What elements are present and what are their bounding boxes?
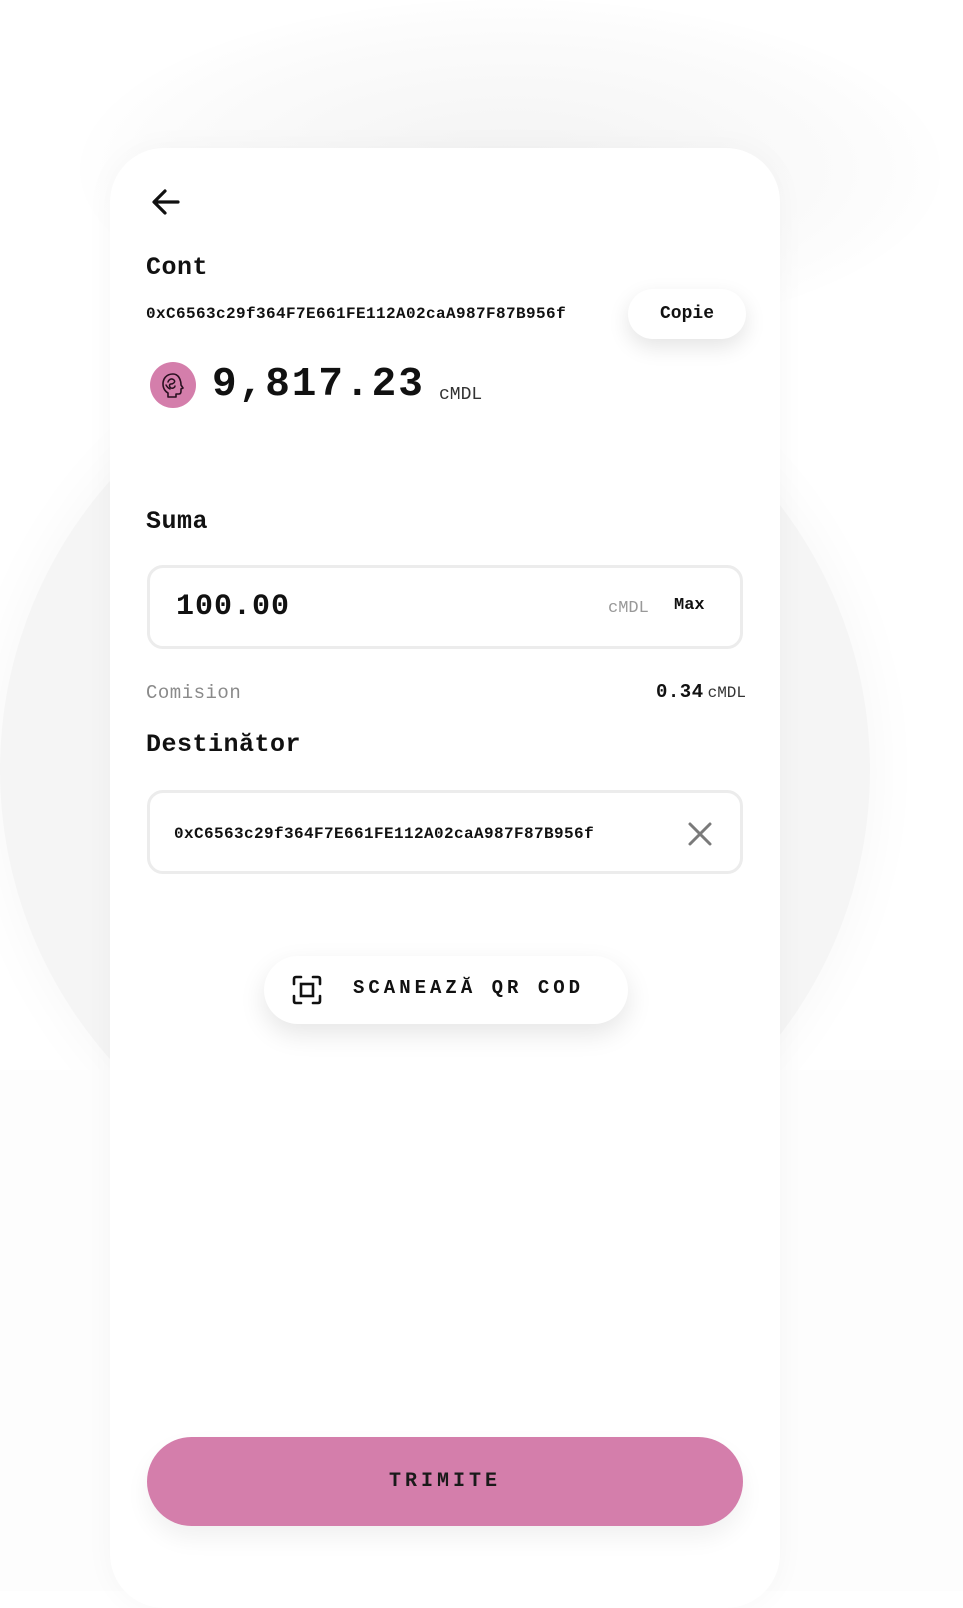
max-button[interactable]: Max [674,596,705,615]
amount-input[interactable]: 100.00 cMDL Max [147,565,743,649]
fee-currency: cMDL [707,684,746,702]
balance-currency: cMDL [439,385,483,405]
copy-button[interactable]: Copie [628,289,746,339]
account-title: Cont [146,253,209,282]
account-balance: 9,817.23 [212,362,425,408]
account-address: 0xC6563c29f364F7E661FE112A02caA987F87B95… [146,305,567,323]
send-button[interactable]: TRIMITE [147,1437,743,1526]
token-logo-icon [150,362,196,408]
recipient-input[interactable]: 0xC6563c29f364F7E661FE112A02caA987F87B95… [147,790,743,874]
arrow-left-icon[interactable] [148,184,184,220]
fee-value: 0.34 [655,681,704,703]
fee-label: Comision [146,682,242,704]
recipient-address: 0xC6563c29f364F7E661FE112A02caA987F87B95… [174,825,595,843]
close-icon[interactable] [686,820,714,848]
scan-qr-label: SCANEAZĂ QR COD [353,977,585,999]
amount-value: 100.00 [176,590,291,624]
amount-currency: cMDL [608,599,649,618]
fee-amount: 0.34 cMDL [656,681,746,703]
amount-title: Suma [146,507,209,536]
recipient-title: Destinător [146,730,302,759]
scan-qr-button[interactable]: SCANEAZĂ QR COD [264,956,628,1024]
send-card [110,148,780,1608]
qr-scan-icon [292,975,322,1005]
